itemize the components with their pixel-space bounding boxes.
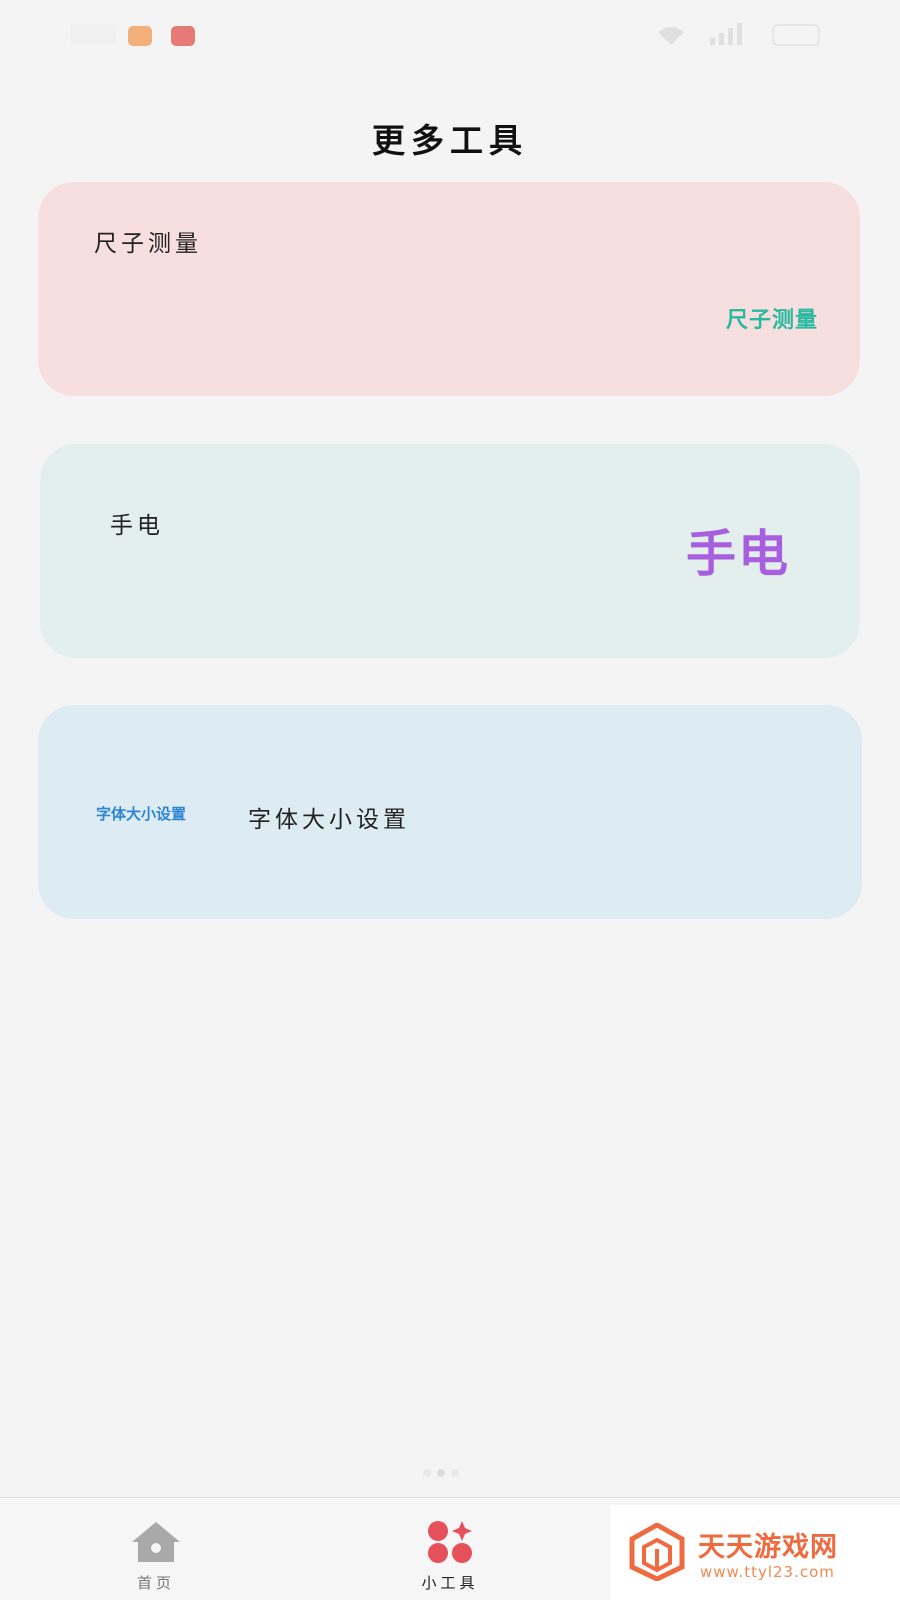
font-size-logo: 字体大小设置 (96, 805, 187, 823)
home-icon (132, 1522, 180, 1562)
page-dot-active (437, 1469, 445, 1477)
watermark-title: 天天游戏网 (698, 1532, 838, 1563)
watermark-url: www.ttyl23.com (700, 1563, 835, 1581)
flashlight-tool-card[interactable]: 手电 手电 (40, 444, 860, 658)
flashlight-logo: 手电 (686, 525, 790, 583)
tools-page: 更多工具 尺子测量 尺子测量 手电 手电 字体大小设置 字体大小设置 首页 小工… (0, 0, 900, 1600)
wifi-icon (658, 27, 684, 45)
page-dot (451, 1469, 459, 1477)
status-time (70, 24, 116, 44)
watermark-logo-icon (629, 1523, 685, 1581)
nav-label-tools: 小工具 (421, 1574, 479, 1592)
ruler-tool-card[interactable]: 尺子测量 尺子测量 (38, 182, 860, 396)
nav-item-home[interactable]: 首页 (56, 1498, 256, 1600)
ruler-logo: 尺子测量 (725, 308, 818, 333)
cloud-app-icon (171, 26, 195, 46)
tools-icon (428, 1521, 472, 1563)
ruler-card-label: 尺子测量 (94, 231, 202, 257)
nav-label-home: 首页 (136, 1574, 175, 1592)
font-size-tool-card[interactable]: 字体大小设置 字体大小设置 (38, 705, 862, 919)
battery-icon (772, 24, 820, 46)
crown-app-icon (128, 26, 152, 46)
font-size-card-label: 字体大小设置 (248, 807, 410, 833)
flashlight-card-label: 手电 (110, 513, 164, 539)
nav-item-tools[interactable]: 小工具 (350, 1498, 550, 1600)
page-dot (423, 1469, 431, 1477)
signal-icon (710, 23, 742, 45)
page-indicator (420, 1462, 480, 1477)
status-bar (0, 0, 900, 72)
site-watermark: 天天游戏网 www.ttyl23.com (610, 1505, 900, 1600)
page-title: 更多工具 (372, 121, 528, 160)
